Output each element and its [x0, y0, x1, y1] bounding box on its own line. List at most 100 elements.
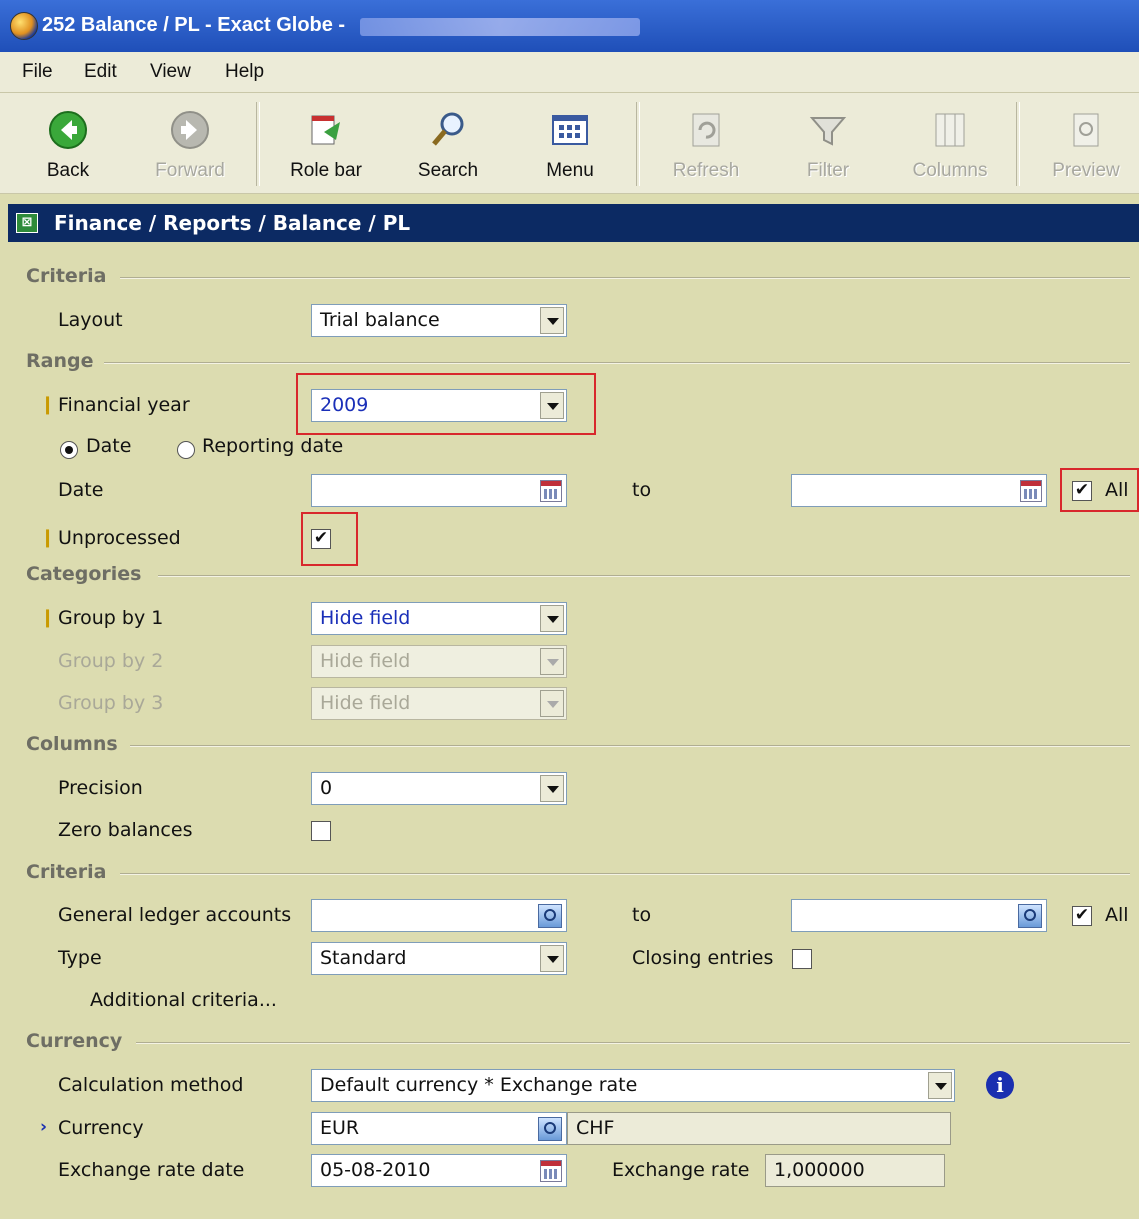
- calc-method-value: Default currency * Exchange rate: [320, 1074, 638, 1096]
- type-select[interactable]: Standard: [311, 942, 567, 975]
- currency-value: EUR: [320, 1117, 360, 1139]
- forward-arrow-icon: [171, 111, 209, 149]
- info-icon[interactable]: i: [986, 1071, 1014, 1099]
- lookup-icon[interactable]: [1018, 904, 1042, 928]
- currency-field[interactable]: EUR: [311, 1112, 567, 1145]
- gl-accounts-label: General ledger accounts: [58, 904, 292, 926]
- back-button[interactable]: Back: [13, 96, 123, 190]
- chevron-down-icon[interactable]: [540, 775, 564, 802]
- section-categories: Categories: [26, 563, 142, 585]
- refresh-label: Refresh: [672, 160, 740, 181]
- calendar-icon[interactable]: [540, 480, 562, 502]
- precision-select[interactable]: 0: [311, 772, 567, 805]
- calc-method-label: Calculation method: [58, 1074, 244, 1096]
- section-criteria: Criteria: [26, 265, 107, 287]
- financial-year-value: 2009: [320, 394, 369, 416]
- date-all-checkbox[interactable]: ✔: [1072, 481, 1092, 501]
- financial-year-select[interactable]: 2009: [311, 389, 567, 422]
- chevron-down-icon: [540, 648, 564, 675]
- toolbar-divider: [256, 102, 260, 186]
- role-bar-button[interactable]: Role bar: [271, 96, 381, 190]
- section-divider: [136, 1042, 1130, 1044]
- menu-view[interactable]: View: [150, 61, 191, 83]
- menu-label: Menu: [546, 160, 594, 181]
- menu-help[interactable]: Help: [225, 61, 264, 83]
- group-by-2-label: Group by 2: [58, 650, 164, 672]
- app-icon: [10, 12, 38, 40]
- closing-entries-label: Closing entries: [632, 947, 774, 969]
- chevron-right-icon: ›: [40, 1117, 48, 1137]
- gl-all-label: All: [1105, 904, 1129, 926]
- layout-select[interactable]: Trial balance: [311, 304, 567, 337]
- search-button[interactable]: Search: [393, 96, 503, 190]
- back-arrow-icon: [49, 111, 87, 149]
- filter-icon: [809, 117, 847, 146]
- group-by-3-label: Group by 3: [58, 692, 164, 714]
- back-label: Back: [46, 160, 90, 181]
- toolbar-divider: [1016, 102, 1020, 186]
- date-label: Date: [58, 479, 104, 501]
- section-divider: [120, 277, 1130, 279]
- role-bar-label: Role bar: [290, 160, 362, 181]
- menu-file[interactable]: File: [22, 61, 53, 83]
- menu-edit[interactable]: Edit: [84, 61, 117, 83]
- calc-method-select[interactable]: Default currency * Exchange rate: [311, 1069, 955, 1102]
- columns-label: Columns: [912, 160, 988, 181]
- calendar-icon[interactable]: [1020, 480, 1042, 502]
- gl-to-field[interactable]: [791, 899, 1047, 932]
- section-divider: [120, 873, 1130, 875]
- radio-date-label: Date: [86, 435, 132, 457]
- refresh-button[interactable]: Refresh: [651, 96, 761, 190]
- lookup-icon[interactable]: [538, 904, 562, 928]
- chevron-down-icon: [540, 690, 564, 717]
- chevron-down-icon[interactable]: [540, 307, 564, 334]
- report-icon: ⊠: [16, 213, 38, 233]
- forward-button[interactable]: Forward: [135, 96, 245, 190]
- group-by-2-select: Hide field: [311, 645, 567, 678]
- group-by-1-select[interactable]: Hide field: [311, 602, 567, 635]
- date-from-field[interactable]: [311, 474, 567, 507]
- filter-button[interactable]: Filter: [773, 96, 883, 190]
- unprocessed-checkbox[interactable]: ✔: [311, 529, 331, 549]
- radio-date[interactable]: [60, 441, 78, 459]
- exrate-date-value: 05-08-2010: [320, 1159, 431, 1181]
- chevron-down-icon[interactable]: [540, 392, 564, 419]
- additional-criteria-link[interactable]: Additional criteria...: [90, 989, 277, 1011]
- preview-button[interactable]: Preview: [1031, 96, 1139, 190]
- radio-reporting-date-label: Reporting date: [202, 435, 344, 457]
- radio-reporting-date[interactable]: [177, 441, 195, 459]
- date-to-label: to: [632, 479, 652, 501]
- closing-entries-checkbox[interactable]: [792, 949, 812, 969]
- exrate-date-label: Exchange rate date: [58, 1159, 245, 1181]
- lookup-icon[interactable]: [538, 1117, 562, 1141]
- section-currency: Currency: [26, 1030, 123, 1052]
- group-by-3-select: Hide field: [311, 687, 567, 720]
- chevron-down-icon[interactable]: [540, 945, 564, 972]
- precision-label: Precision: [58, 777, 143, 799]
- menu-button[interactable]: Menu: [515, 96, 625, 190]
- currency-label: Currency: [58, 1117, 144, 1139]
- gl-all-checkbox[interactable]: ✔: [1072, 906, 1092, 926]
- date-to-field[interactable]: [791, 474, 1047, 507]
- toolbar-divider: [636, 102, 640, 186]
- zero-balances-checkbox[interactable]: [311, 821, 331, 841]
- chevron-down-icon[interactable]: [540, 605, 564, 632]
- group-by-3-value: Hide field: [320, 692, 411, 714]
- columns-button[interactable]: Columns: [895, 96, 1005, 190]
- breadcrumb: Finance / Reports / Balance / PL: [54, 211, 411, 235]
- required-marker-icon: ❙: [40, 394, 56, 415]
- financial-year-label: Financial year: [58, 394, 190, 416]
- group-by-1-label: Group by 1: [58, 607, 164, 629]
- section-divider: [104, 362, 1130, 364]
- exrate-date-field[interactable]: 05-08-2010: [311, 1154, 567, 1187]
- gl-from-field[interactable]: [311, 899, 567, 932]
- search-label: Search: [417, 160, 479, 181]
- search-icon: [432, 112, 464, 146]
- chevron-down-icon[interactable]: [928, 1072, 952, 1099]
- required-marker-icon: ❙: [40, 527, 56, 548]
- calendar-icon[interactable]: [540, 1160, 562, 1182]
- layout-label: Layout: [58, 309, 123, 331]
- unprocessed-label: Unprocessed: [58, 527, 181, 549]
- layout-value: Trial balance: [320, 309, 440, 331]
- preview-icon: [1073, 113, 1099, 147]
